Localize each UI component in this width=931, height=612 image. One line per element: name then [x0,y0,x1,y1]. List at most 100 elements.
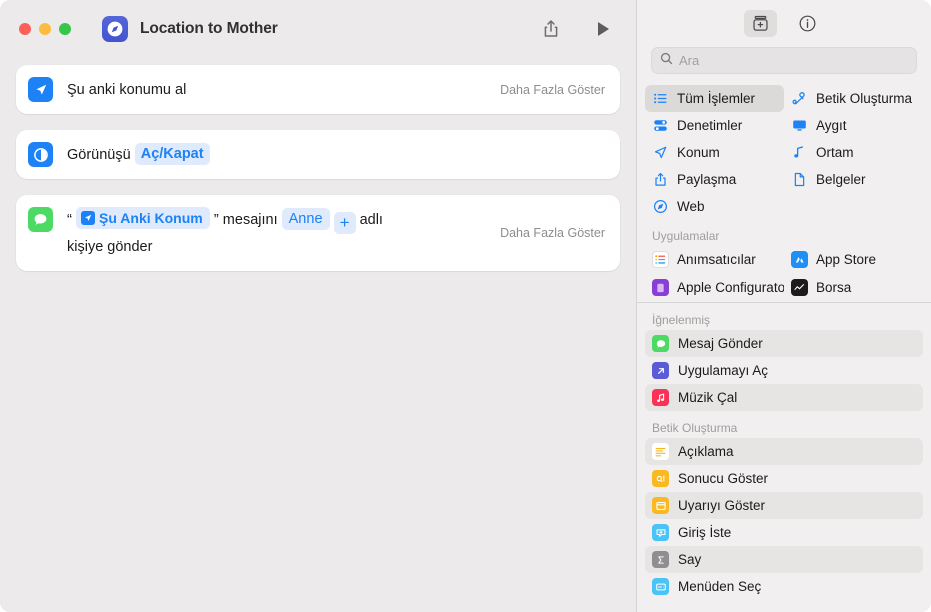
list-item-label: Uyarıyı Göster [678,498,765,513]
app-label: App Store [816,252,876,267]
category-label: Paylaşma [677,172,736,187]
list-bullet-icon [652,91,669,106]
quote-open: “ [67,211,72,228]
action-card-get-location[interactable]: Şu anki konumu al Daha Fazla Göster [16,65,620,114]
category-documents[interactable]: Belgeler [784,166,923,193]
location-arrow-icon [652,145,669,160]
share-button[interactable] [536,14,566,44]
close-button[interactable] [19,23,31,35]
list-item[interactable]: Uygulamayı Aç [645,357,923,384]
category-web[interactable]: Web [645,193,784,220]
category-label: Belgeler [816,172,866,187]
action-text: Görünüşü Aç/Kapat [67,141,607,168]
action-card-send-message[interactable]: “ Şu Anki Konum ” mesajını Anne + adlı [16,195,620,271]
category-scripting[interactable]: Betik Oluşturma [784,85,923,112]
app-label: Borsa [816,280,851,295]
search-container [637,47,931,85]
category-sharing[interactable]: Paylaşma [645,166,784,193]
shortcuts-window: Location to Mother [0,0,931,612]
page-title: Location to Mother [140,20,278,38]
list-item[interactable]: Mesaj Gönder [645,330,923,357]
recipient-token[interactable]: Anne [282,208,330,230]
section-header-scripting: Betik Oluşturma [645,411,923,438]
apps-grid: Anımsatıcılar App Store Apple Configurat… [637,246,931,302]
search-field[interactable] [651,47,917,74]
messages-icon [652,335,669,352]
category-label: Web [677,199,705,214]
workflow-editor: Location to Mother [0,0,636,612]
list-item[interactable]: Müzik Çal [645,384,923,411]
list-item[interactable]: Giriş İste [645,519,923,546]
show-result-icon [652,470,669,487]
message-line-two: kişiye gönder [67,239,152,255]
list-item[interactable]: Uyarıyı Göster [645,492,923,519]
compass-icon [652,199,669,214]
location-arrow-icon [28,77,53,102]
zoom-button[interactable] [59,23,71,35]
app-item-reminders[interactable]: Anımsatıcılar [645,246,784,273]
action-label: Görünüşü [67,147,131,163]
category-label: Tüm İşlemler [677,91,755,106]
category-label: Konum [677,145,720,160]
section-header-pinned: İğnelenmiş [645,303,923,330]
action-label: Şu anki konumu al [67,82,186,98]
search-icon [660,52,673,70]
traffic-light-buttons[interactable] [19,23,71,35]
category-label: Ortam [816,145,854,160]
action-library-sidebar: Tüm İşlemler Betik Oluşturma [636,0,931,612]
comment-icon [652,443,669,460]
list-item-label: Sonucu Göster [678,471,768,486]
list-item-label: Açıklama [678,444,734,459]
app-item-app-store[interactable]: App Store [784,246,923,273]
info-icon[interactable] [791,10,824,37]
list-item[interactable]: Açıklama [645,438,923,465]
action-text: Şu anki konumu al [67,76,490,103]
open-app-icon [652,362,669,379]
messages-icon [28,207,53,232]
category-label: Denetimler [677,118,742,133]
show-more-button[interactable]: Daha Fazla Göster [500,83,607,97]
app-item-stocks[interactable]: Borsa [784,274,923,301]
category-device[interactable]: Aygıt [784,112,923,139]
list-item-label: Müzik Çal [678,390,737,405]
location-arrow-icon [81,211,95,225]
share-icon [652,172,669,187]
add-recipient-button[interactable]: + [334,212,356,234]
list-item[interactable]: Sonucu Göster [645,465,923,492]
title-bar: Location to Mother [0,0,636,57]
category-label: Aygıt [816,118,847,133]
list-item[interactable]: Say [645,546,923,573]
category-controls[interactable]: Denetimler [645,112,784,139]
appstore-icon [791,251,808,268]
music-icon [652,389,669,406]
action-text: “ Şu Anki Konum ” mesajını Anne + adlı [67,206,490,260]
app-item-apple-configurator[interactable]: Apple Configurator [645,274,784,301]
action-list[interactable]: İğnelenmiş Mesaj Gönder Uygulamayı Aç [637,303,931,612]
list-item-label: Giriş İste [678,525,731,540]
appearance-toggle-parameter[interactable]: Aç/Kapat [135,143,210,165]
category-location[interactable]: Konum [645,139,784,166]
apps-section-header: Uygulamalar [637,220,931,246]
current-location-token[interactable]: Şu Anki Konum [76,207,210,229]
add-action-icon[interactable] [744,10,777,37]
show-more-button[interactable]: Daha Fazla Göster [500,226,607,240]
count-icon [652,551,669,568]
display-icon [791,118,808,133]
search-input[interactable] [679,53,908,68]
list-item[interactable]: Menüden Seç [645,573,923,600]
message-mid-text: mesajını [223,212,278,228]
message-tail-text: adlı [360,212,383,228]
app-label: Apple Configurator [677,280,784,295]
compass-icon [102,16,128,42]
run-button[interactable] [588,14,618,44]
list-item-label: Say [678,552,701,567]
category-all-actions[interactable]: Tüm İşlemler [645,85,784,112]
minimize-button[interactable] [39,23,51,35]
action-card-set-appearance[interactable]: Görünüşü Aç/Kapat [16,130,620,179]
show-alert-icon [652,497,669,514]
list-item-label: Mesaj Gönder [678,336,763,351]
workflow-canvas: Şu anki konumu al Daha Fazla Göster Görü… [0,57,636,612]
category-media[interactable]: Ortam [784,139,923,166]
script-icon [791,91,808,106]
stocks-icon [791,279,808,296]
